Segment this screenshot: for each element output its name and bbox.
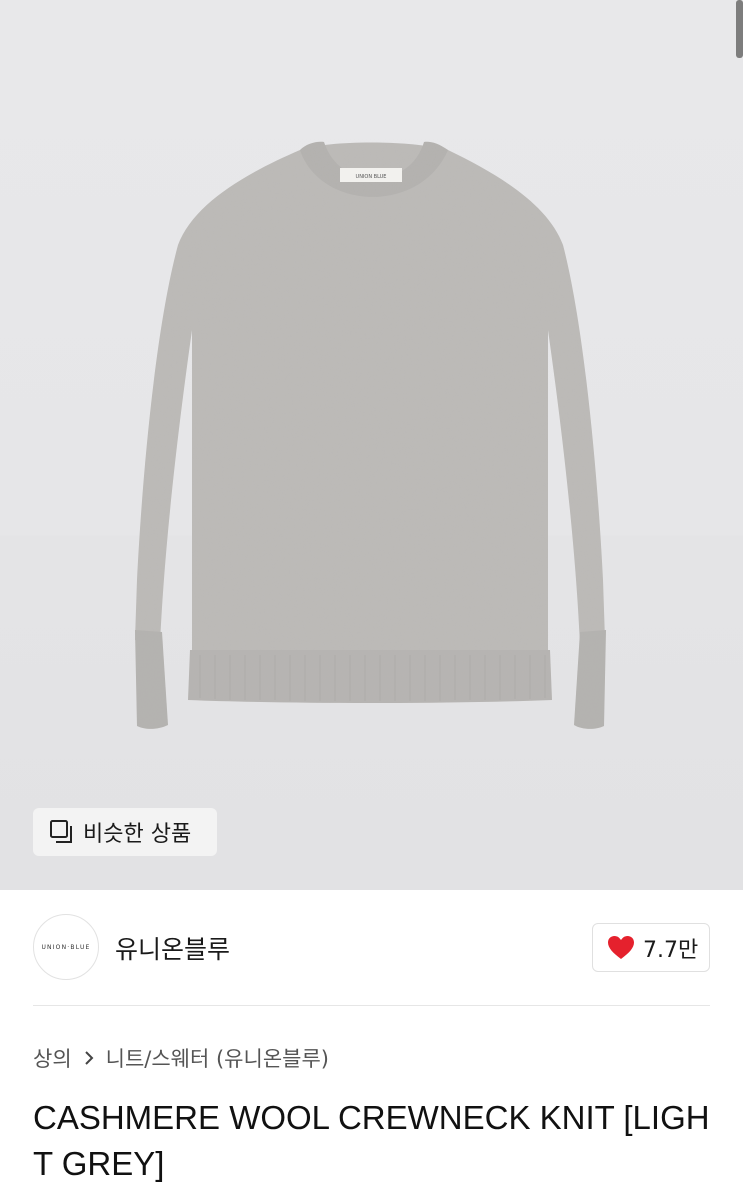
- similar-items-label: 비슷한 상품: [83, 822, 192, 847]
- brand-row: UNION·BLUE 유니온블루 7.7만: [33, 914, 710, 980]
- product-image-area[interactable]: UNION BLUE 비슷한 상품: [0, 0, 743, 890]
- like-button[interactable]: 7.7만: [592, 923, 710, 972]
- chevron-right-icon: [84, 1051, 94, 1065]
- brand-logo[interactable]: UNION·BLUE: [33, 914, 99, 980]
- heart-icon: [608, 935, 634, 959]
- like-count: 7.7만: [643, 937, 699, 963]
- product-image: UNION BLUE: [135, 141, 606, 729]
- breadcrumb-subcategory[interactable]: 니트/스웨터 (유니온블루): [106, 1043, 329, 1073]
- brand-logo-text: UNION·BLUE: [41, 943, 91, 951]
- breadcrumb-category[interactable]: 상의: [33, 1043, 72, 1073]
- divider: [33, 1005, 710, 1006]
- product-title: CASHMERE WOOL CREWNECK KNIT [LIGHT GREY]: [33, 1099, 710, 1182]
- breadcrumb: 상의 니트/스웨터 (유니온블루): [33, 1043, 329, 1073]
- similar-items-icon: [50, 820, 72, 843]
- neck-label-text: UNION BLUE: [356, 174, 387, 180]
- brand-name[interactable]: 유니온블루: [115, 930, 230, 966]
- similar-items-button[interactable]: 비슷한 상품: [33, 808, 217, 856]
